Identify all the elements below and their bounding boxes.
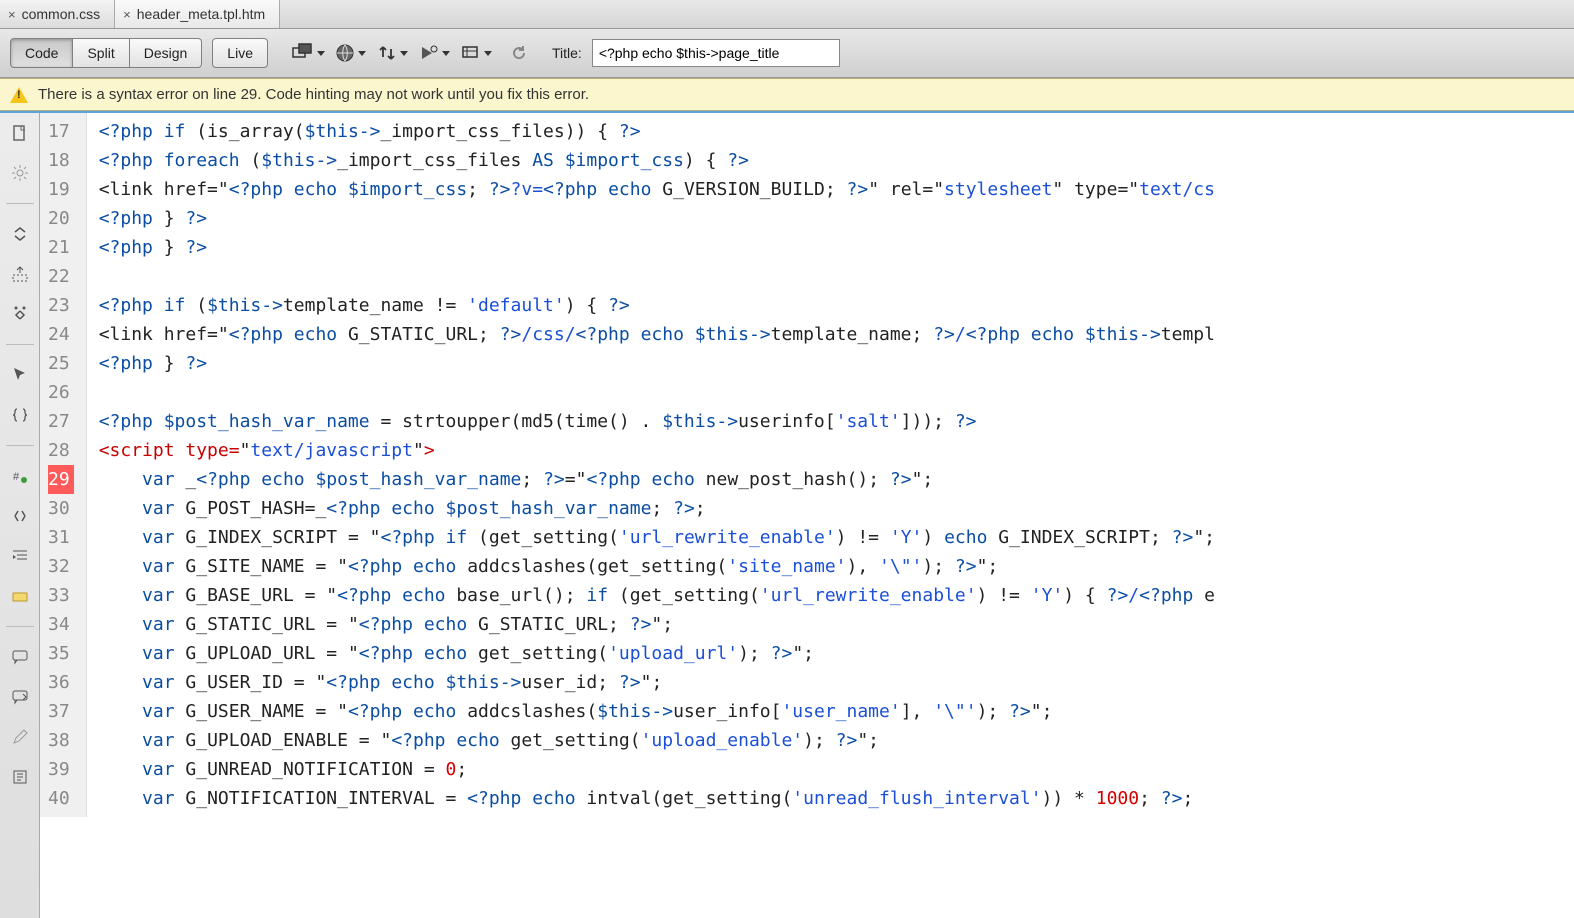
select-icon[interactable]: [8, 363, 32, 387]
code-braces-icon[interactable]: [8, 403, 32, 427]
code-line[interactable]: var G_USER_NAME = "<?php echo addcslashe…: [99, 697, 1574, 726]
line-number: 18: [48, 146, 74, 175]
preview-icon[interactable]: [416, 38, 454, 68]
code-line[interactable]: var G_UNREAD_NOTIFICATION = 0;: [99, 755, 1574, 784]
line-gutter: 1718192021222324252627282930313233343536…: [40, 113, 87, 817]
tab-label: header_meta.tpl.htm: [137, 6, 265, 22]
line-number: 25: [48, 349, 74, 378]
line-number: 20: [48, 204, 74, 233]
design-view-button[interactable]: Design: [130, 38, 203, 68]
tab-header-meta[interactable]: × header_meta.tpl.htm: [115, 0, 280, 28]
tab-common-css[interactable]: × common.css: [0, 0, 115, 28]
code-line[interactable]: var G_USER_ID = "<?php echo $this->user_…: [99, 668, 1574, 697]
split-view-button[interactable]: Split: [73, 38, 129, 68]
line-number: 39: [48, 755, 74, 784]
comment-icon[interactable]: [8, 645, 32, 669]
line-number: 17: [48, 117, 74, 146]
code-line[interactable]: <?php } ?>: [99, 204, 1574, 233]
line-number: 26: [48, 378, 74, 407]
code-line[interactable]: <script type="text/javascript">: [99, 436, 1574, 465]
globe-icon[interactable]: [332, 38, 370, 68]
document-toolbar: Code Split Design Live Title:: [0, 29, 1574, 78]
code-line[interactable]: var G_POST_HASH=_<?php echo $post_hash_v…: [99, 494, 1574, 523]
line-number: 30: [48, 494, 74, 523]
line-number: 23: [48, 291, 74, 320]
code-line[interactable]: <?php $post_hash_var_name = strtoupper(m…: [99, 407, 1574, 436]
line-number: 38: [48, 726, 74, 755]
code-line[interactable]: var G_STATIC_URL = "<?php echo G_STATIC_…: [99, 610, 1574, 639]
code-content[interactable]: <?php if (is_array($this->_import_css_fi…: [87, 113, 1574, 817]
code-line[interactable]: <link href="<?php echo G_STATIC_URL; ?>/…: [99, 320, 1574, 349]
line-number: 28: [48, 436, 74, 465]
live-view-button[interactable]: Live: [212, 38, 268, 68]
line-number: 24: [48, 320, 74, 349]
code-line[interactable]: var G_UPLOAD_URL = "<?php echo get_setti…: [99, 639, 1574, 668]
code-line[interactable]: var G_UPLOAD_ENABLE = "<?php echo get_se…: [99, 726, 1574, 755]
collapse-icon[interactable]: [8, 222, 32, 246]
line-number: 40: [48, 784, 74, 813]
file-transfer-icon[interactable]: [374, 38, 412, 68]
line-number: 33: [48, 581, 74, 610]
tab-label: common.css: [22, 6, 101, 22]
highlight-icon[interactable]: [8, 584, 32, 608]
line-number: 32: [48, 552, 74, 581]
indent-icon[interactable]: [8, 544, 32, 568]
code-line[interactable]: var G_INDEX_SCRIPT = "<?php if (get_sett…: [99, 523, 1574, 552]
line-number: 37: [48, 697, 74, 726]
close-icon[interactable]: ×: [123, 7, 131, 22]
document-tabs: × common.css × header_meta.tpl.htm: [0, 0, 1574, 29]
line-number: 22: [48, 262, 74, 291]
main-area: # 17181920212223242526272829303132333435…: [0, 111, 1574, 918]
code-line[interactable]: <?php if ($this->template_name != 'defau…: [99, 291, 1574, 320]
edit-icon[interactable]: [8, 725, 32, 749]
code-line[interactable]: <?php foreach ($this->_import_css_files …: [99, 146, 1574, 175]
code-line[interactable]: var G_SITE_NAME = "<?php echo addcslashe…: [99, 552, 1574, 581]
line-number: 36: [48, 668, 74, 697]
recent-icon[interactable]: [8, 765, 32, 789]
options-icon[interactable]: [458, 38, 496, 68]
code-line[interactable]: <?php } ?>: [99, 233, 1574, 262]
close-icon[interactable]: ×: [8, 7, 16, 22]
warning-message: There is a syntax error on line 29. Code…: [38, 86, 589, 103]
line-number: 19: [48, 175, 74, 204]
title-label: Title:: [552, 45, 582, 61]
syntax-warning-bar: There is a syntax error on line 29. Code…: [0, 78, 1574, 111]
code-editor[interactable]: 1718192021222324252627282930313233343536…: [40, 113, 1574, 918]
code-line[interactable]: <?php } ?>: [99, 349, 1574, 378]
code-sidebar: #: [0, 113, 40, 918]
code-line[interactable]: <link href="<?php echo $import_css; ?>?v…: [99, 175, 1574, 204]
gear-icon[interactable]: [8, 161, 32, 185]
comment-wrap-icon[interactable]: [8, 685, 32, 709]
title-input[interactable]: [592, 39, 840, 67]
code-line[interactable]: var _<?php echo $post_hash_var_name; ?>=…: [99, 465, 1574, 494]
line-number: 34: [48, 610, 74, 639]
line-number: 21: [48, 233, 74, 262]
refresh-icon[interactable]: [500, 38, 538, 68]
select-parent-icon[interactable]: [8, 262, 32, 286]
new-doc-icon[interactable]: [8, 121, 32, 145]
code-line[interactable]: [99, 378, 1574, 407]
code-line[interactable]: [99, 262, 1574, 291]
line-number: 35: [48, 639, 74, 668]
code-line[interactable]: var G_BASE_URL = "<?php echo base_url();…: [99, 581, 1574, 610]
snippet-icon[interactable]: #: [8, 464, 32, 488]
line-number: 31: [48, 523, 74, 552]
line-number: 29: [48, 465, 74, 494]
balance-braces-icon[interactable]: [8, 302, 32, 326]
multiscreen-icon[interactable]: [290, 38, 328, 68]
code-line[interactable]: var G_NOTIFICATION_INTERVAL = <?php echo…: [99, 784, 1574, 813]
svg-text:#: #: [13, 471, 20, 483]
view-mode-group: Code Split Design: [10, 38, 202, 68]
code-view-button[interactable]: Code: [10, 38, 73, 68]
code-line[interactable]: <?php if (is_array($this->_import_css_fi…: [99, 117, 1574, 146]
tag-icon[interactable]: [8, 504, 32, 528]
warning-icon: [10, 87, 28, 103]
line-number: 27: [48, 407, 74, 436]
